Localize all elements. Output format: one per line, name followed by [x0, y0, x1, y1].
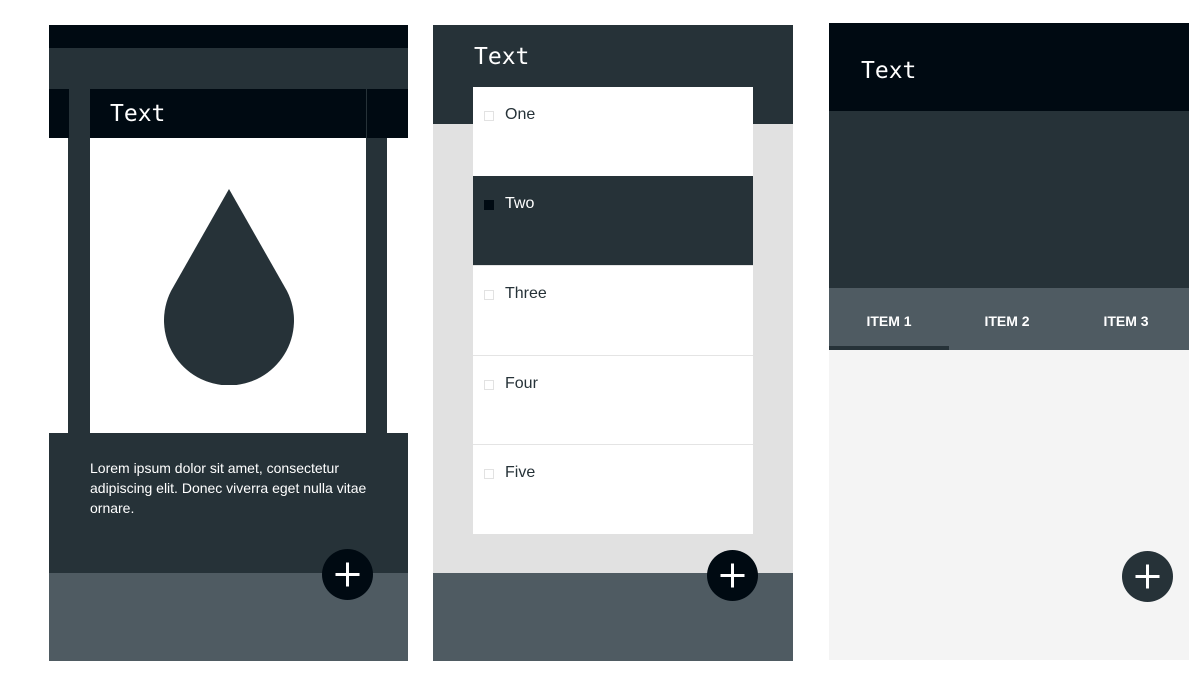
plus-icon	[1135, 564, 1160, 589]
water-drop-icon	[164, 189, 294, 385]
list-item-label: Five	[505, 464, 536, 481]
list-item[interactable]: Five	[473, 444, 753, 533]
phone-screen-card: Text Lorem ipsum dolor sit amet, consect…	[49, 25, 408, 661]
list-item-label: Four	[505, 375, 538, 392]
card-title: Text	[110, 101, 166, 127]
tab-label: ITEM 3	[1103, 313, 1149, 329]
app-bar-title: Text	[861, 58, 917, 84]
app-bar-title: Text	[474, 44, 530, 70]
checkbox[interactable]	[484, 290, 494, 300]
card-body-text: Lorem ipsum dolor sit amet, consectetur …	[90, 460, 367, 516]
app-bar: Text	[829, 23, 1189, 111]
selection-list: One Two Three Four Five	[473, 87, 753, 534]
plus-icon	[335, 562, 360, 587]
phone-screen-tabs: Text ITEM 1 ITEM 2 ITEM 3	[829, 23, 1189, 660]
tab-item-2[interactable]: ITEM 2	[947, 288, 1067, 350]
tab-item-3[interactable]: ITEM 3	[1066, 288, 1186, 350]
list-item-label: Three	[505, 285, 547, 302]
add-fab-button[interactable]	[1122, 551, 1173, 602]
tab-bar: ITEM 1 ITEM 2 ITEM 3	[829, 288, 1189, 350]
tab-label: ITEM 2	[984, 313, 1030, 329]
active-tab-indicator	[829, 346, 949, 350]
tab-label: ITEM 1	[866, 313, 912, 329]
card-header: Text	[90, 89, 366, 138]
card-media	[90, 138, 366, 433]
plus-icon	[720, 563, 745, 588]
list-item-label: One	[505, 106, 536, 123]
checkbox[interactable]	[484, 111, 494, 121]
list-item[interactable]: Four	[473, 355, 753, 444]
next-card-peek[interactable]	[387, 138, 408, 433]
list-item[interactable]: Three	[473, 265, 753, 354]
list-item-label: Two	[505, 195, 535, 212]
checkbox-checked[interactable]	[484, 200, 494, 210]
phone-screen-list: Text One Two Three Four Five	[433, 25, 793, 661]
checkbox[interactable]	[484, 380, 494, 390]
hero-area	[829, 111, 1189, 288]
checkbox[interactable]	[484, 469, 494, 479]
previous-card-peek[interactable]	[49, 138, 68, 433]
add-fab-button[interactable]	[707, 550, 758, 601]
media-card[interactable]: Text	[69, 89, 367, 433]
status-bar	[49, 25, 408, 48]
list-item[interactable]: One	[473, 87, 753, 176]
add-fab-button[interactable]	[322, 549, 373, 600]
tab-item-1[interactable]: ITEM 1	[829, 288, 949, 350]
list-item-selected[interactable]: Two	[473, 176, 753, 265]
